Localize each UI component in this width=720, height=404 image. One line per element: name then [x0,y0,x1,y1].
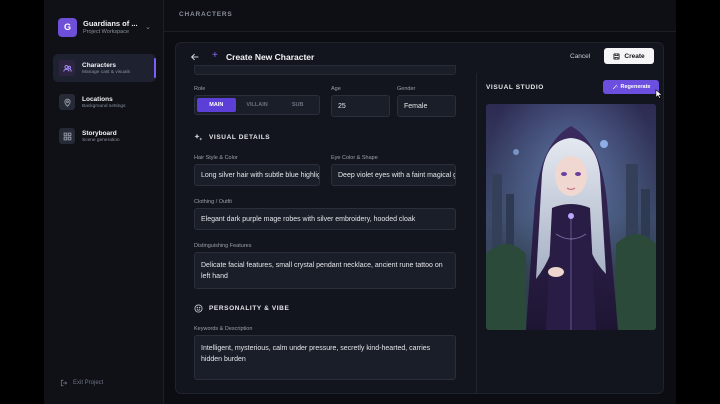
eye-label: Eye Color & Shape [331,155,378,161]
create-button[interactable]: Create [604,48,654,64]
sidebar-item-characters[interactable]: Characters Manage cast & visuals [53,54,156,82]
clothing-label: Clothing / Outfit [194,199,232,205]
regenerate-button[interactable]: Regenerate [603,80,659,94]
keywords-textarea[interactable]: Intelligent, mysterious, calm under pres… [194,335,456,380]
gender-label: Gender [397,86,416,92]
map-pin-icon [59,94,75,110]
visual-details-heading: VISUAL DETAILS [194,133,270,142]
users-icon [59,60,75,76]
role-label: Role [194,86,206,92]
sidebar-item-label: Storyboard [82,129,117,137]
page-title: CHARACTERS [179,11,233,18]
sparkles-icon [194,133,203,141]
workspace-title: Guardians of ... [83,19,138,28]
hair-label: Hair Style & Color [194,155,238,161]
sidebar: G Guardians of ... Project Workspace ⌄ C… [44,0,164,404]
smile-icon [194,304,203,313]
character-form: Role MAIN VILLAIN SUB Age 25 Gender Fema… [194,65,459,393]
clothing-field[interactable]: Elegant dark purple mage robes with silv… [194,208,456,230]
log-out-icon [60,379,68,387]
create-character-panel: + Create New Character Cancel Create Rol… [175,42,664,394]
cancel-button[interactable]: Cancel [570,53,590,60]
character-portrait [486,104,656,330]
personality-heading: PERSONALITY & VIBE [194,304,289,313]
top-bar: CHARACTERS [164,0,676,32]
visual-studio-title: VISUAL STUDIO [486,84,544,91]
magic-wand-icon [612,84,618,90]
sidebar-item-storyboard[interactable]: Storyboard Scene generation [53,122,156,150]
regenerate-label: Regenerate [620,84,651,90]
sidebar-item-label: Characters [82,61,116,69]
grid-icon [59,128,75,144]
sidebar-item-locations[interactable]: Locations Background settings [53,88,156,116]
role-selector: MAIN VILLAIN SUB [194,95,320,115]
save-icon [613,52,620,60]
role-option-main[interactable]: MAIN [197,98,236,112]
workspace-avatar: G [58,17,77,37]
sidebar-item-label: Locations [82,95,113,103]
role-option-villain[interactable]: VILLAIN [238,98,277,112]
personality-title: PERSONALITY & VIBE [209,305,290,312]
visual-details-title: VISUAL DETAILS [209,134,271,141]
app-window: G Guardians of ... Project Workspace ⌄ C… [44,0,676,404]
visual-studio: VISUAL STUDIO Regenerate [476,73,663,393]
create-button-label: Create [624,52,645,60]
exit-project-button[interactable]: Exit Project [60,379,103,387]
panel-title: Create New Character [226,52,315,62]
sidebar-item-sub: Manage cast & visuals [82,69,130,75]
mouse-cursor-icon [655,89,663,99]
keywords-label: Keywords & Description [194,326,253,332]
chevron-updown-icon: ⌄ [145,24,151,31]
age-label: Age [331,86,341,92]
name-field-partial[interactable] [194,65,456,75]
sidebar-item-sub: Scene generation [82,137,120,143]
exit-project-label: Exit Project [73,380,104,386]
gender-select[interactable]: Female [397,95,456,117]
role-option-sub[interactable]: SUB [278,98,317,112]
workspace-switcher[interactable]: G Guardians of ... Project Workspace ⌄ [58,16,154,38]
sidebar-item-sub: Background settings [82,103,126,109]
workspace-subtitle: Project Workspace [83,29,130,35]
age-field[interactable]: 25 [331,95,390,117]
features-label: Distinguishing Features [194,243,252,249]
eye-field[interactable]: Deep violet eyes with a faint magical gl… [331,164,456,186]
hair-field[interactable]: Long silver hair with subtle blue highli… [194,164,320,186]
arrow-left-icon[interactable] [190,52,200,62]
features-textarea[interactable]: Delicate facial features, small crystal … [194,252,456,289]
plus-icon: + [212,50,218,61]
